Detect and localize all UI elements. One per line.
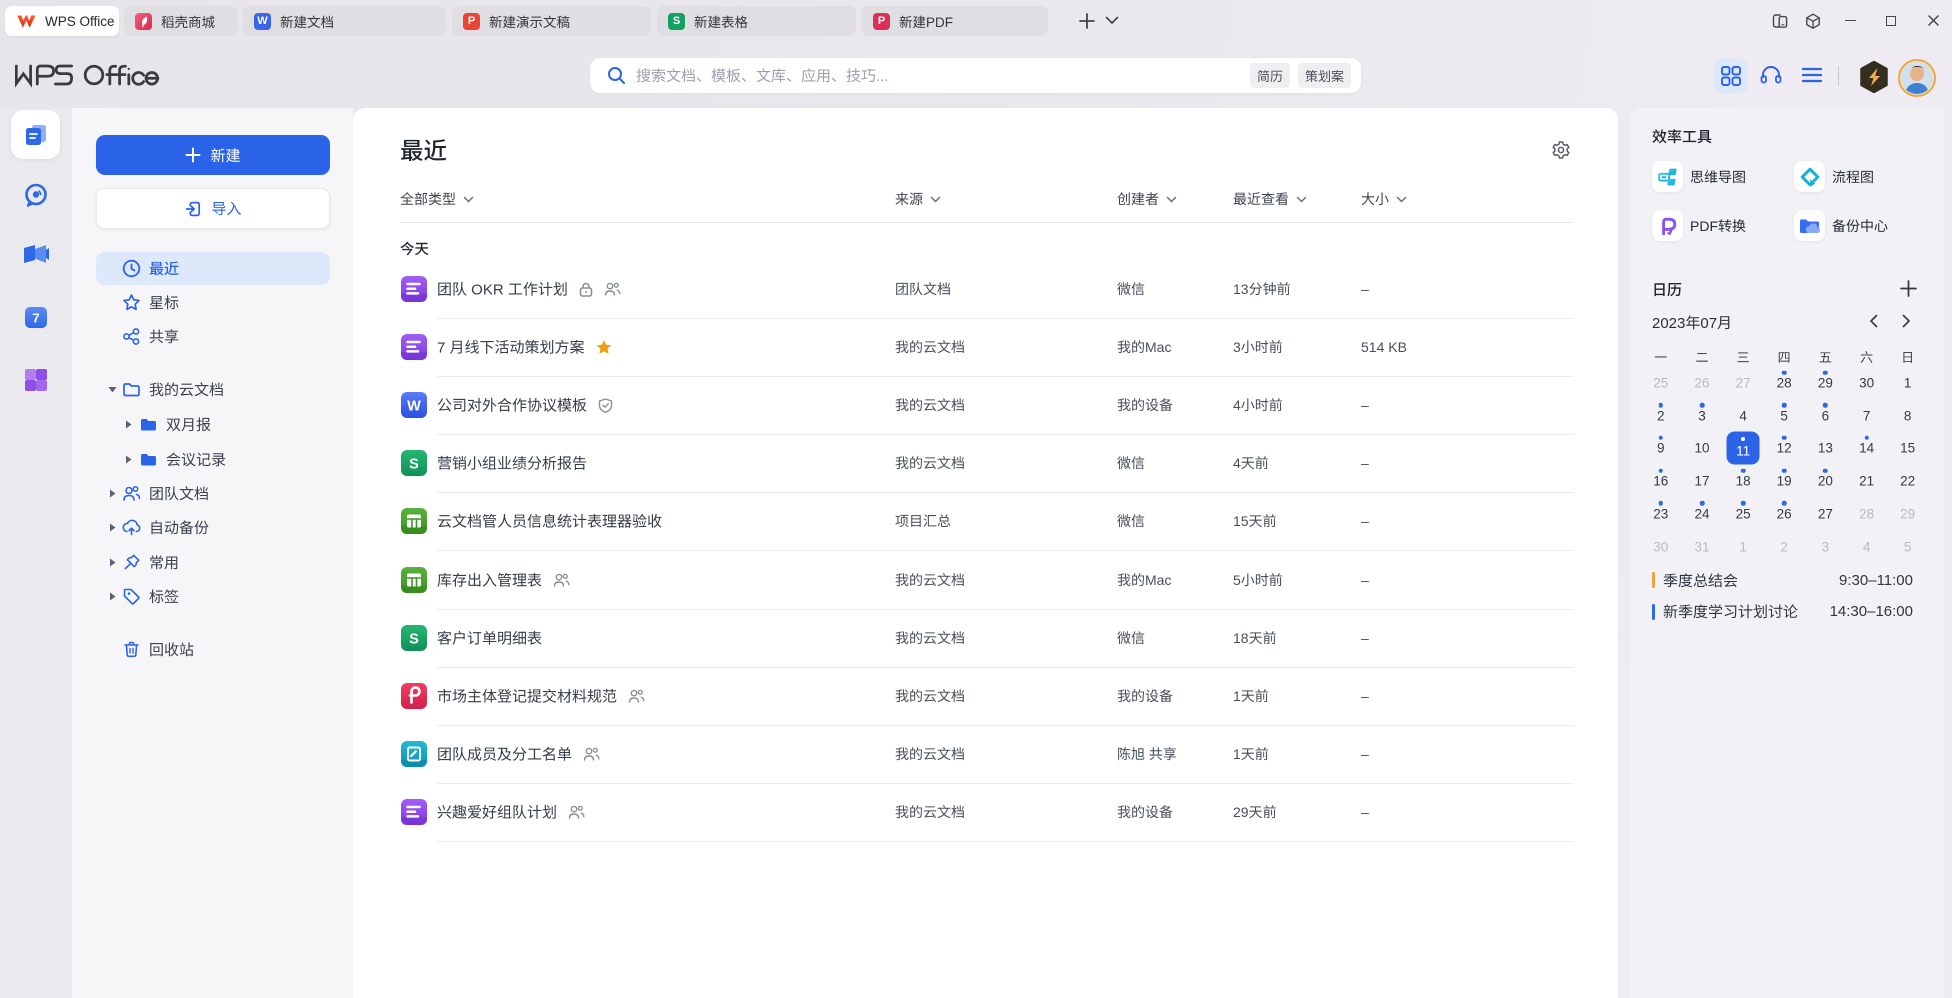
svg-text:S: S xyxy=(409,631,419,647)
svg-text:S: S xyxy=(409,457,419,473)
svg-text:7: 7 xyxy=(32,311,39,326)
svg-text:W: W xyxy=(407,399,421,415)
